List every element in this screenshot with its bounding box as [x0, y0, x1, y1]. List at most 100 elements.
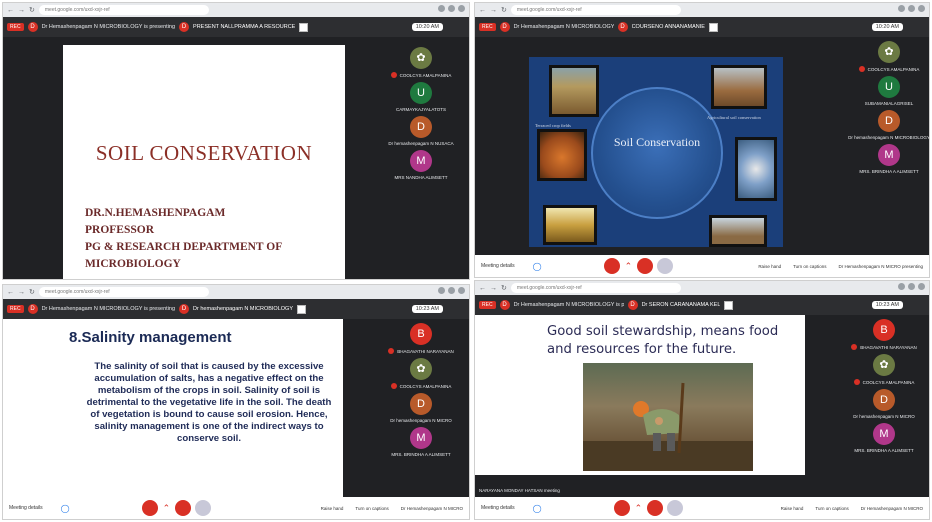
raise-hand-button[interactable]: Raise hand [758, 264, 781, 269]
presenting-button[interactable]: Dr Hemashenpagam N MICRO presenting [838, 264, 923, 269]
reload-icon[interactable]: ↻ [29, 6, 35, 14]
mic-button[interactable] [141, 500, 158, 516]
forward-icon[interactable]: → [18, 289, 25, 296]
mic-button[interactable] [603, 258, 620, 274]
presenting-button[interactable]: Dr Hemashenpagam N MICRO [401, 506, 463, 511]
captions-button[interactable]: Turn on captions [355, 506, 388, 511]
participant-avatar: D [873, 389, 895, 411]
camera-button[interactable] [647, 500, 664, 516]
participant-tile[interactable]: D Dr hemashenpagam N MICRO [839, 385, 929, 419]
shield-icon[interactable]: ◯ [533, 504, 542, 513]
meeting-details-button[interactable]: Meeting details [481, 505, 515, 511]
meeting-details-button[interactable]: Meeting details [481, 263, 515, 269]
forward-icon[interactable]: → [18, 7, 25, 14]
participant-tile[interactable]: M MRS. BRINDHA A ALIMSETT [849, 140, 929, 174]
participant-panel: ✿ COOLCYS AMALPANINA U CARMAYKAJYALATOTS… [373, 43, 469, 279]
participant-tile[interactable]: U CARMAYKAJYALATOTS [375, 78, 467, 112]
participant-tile[interactable]: D Dr hemashenpagam N NUSACA [375, 112, 467, 146]
slide-title: SOIL CONSERVATION [95, 141, 313, 165]
recording-badge: REC [479, 23, 496, 31]
shield-icon[interactable]: ◯ [533, 262, 542, 271]
browser-extension-icons [898, 5, 925, 12]
call-buttons: ⌃ [602, 258, 676, 274]
presenting-label: Dr Hemashenpagam N MICROBIOLOGY is prese… [41, 306, 176, 312]
presenting-button[interactable]: Dr Hemashenpagam N MICRO [861, 506, 923, 511]
presenting-label: Dr Hemashenpagam N MICROBIOLOGY is prese… [513, 302, 624, 308]
captions-button[interactable]: Turn on captions [815, 506, 848, 511]
meeting-details-button[interactable]: Meeting details [9, 505, 43, 511]
participant-name: MRS. BRINDHA A ALIMSETT [859, 169, 919, 174]
participant-name: MRS NANDHA ALIMSETT [394, 175, 448, 180]
participant-tile[interactable]: M MRS. BRINDHA A ALIMSETT [839, 419, 929, 453]
participant-avatar: B [873, 319, 895, 341]
presentation-slide: SOIL CONSERVATION DR.N.HEMASHENPAGAM PRO… [63, 45, 345, 279]
slide-center-label: Soil Conservation [613, 135, 701, 149]
url-field[interactable]: meet.google.com/uxd-xxjr-ref [510, 5, 681, 15]
participant-panel: B BHAGAVATHI NARAYANAN ✿ COOLCYS AMALPAN… [373, 319, 469, 497]
participant-tile[interactable]: ✿ COOLCYS AMALPANINA [839, 350, 929, 385]
alt-presenter-avatar: D [179, 22, 190, 32]
participant-name: MRS. BRINDHA A ALIMSETT [391, 452, 451, 457]
raise-hand-button[interactable]: Raise hand [781, 506, 804, 511]
alt-presenter-avatar: D [617, 22, 628, 32]
participant-tile[interactable]: U SUBAMANIALAGRISEL [849, 72, 929, 106]
hangup-icon[interactable]: ⌃ [635, 503, 643, 514]
participant-tile[interactable]: B BHAGAVATHI NARAYANAN [839, 315, 929, 350]
layout-icon[interactable] [297, 304, 306, 314]
participant-name: MRS. BRINDHA A ALIMSETT [854, 448, 914, 453]
raise-hand-button[interactable]: Raise hand [321, 506, 344, 511]
control-options: Raise hand Turn on captions Dr Hemashenp… [781, 506, 929, 511]
back-icon[interactable]: ← [7, 289, 14, 296]
reload-icon[interactable]: ↻ [501, 284, 507, 292]
alt-presenting-label[interactable]: PRESENT NALLPRAMMA A RESOURCE [193, 24, 295, 30]
back-icon[interactable]: ← [7, 7, 14, 14]
participant-tile[interactable]: B BHAGAVATHI NARAYANAN [375, 319, 467, 354]
screenshot-soil-stewardship: ← → ↻ meet.google.com/uxd-xxjr-ref REC D… [474, 280, 930, 520]
reload-icon[interactable]: ↻ [501, 6, 507, 14]
participant-tile[interactable]: M MRS NANDHA ALIMSETT [375, 146, 467, 180]
participant-tile[interactable]: ✿ COOLCYS AMALPANINA [849, 37, 929, 72]
layout-icon[interactable] [299, 22, 309, 32]
participant-panel: ✿ COOLCYS AMALPANINA U SUBAMANIALAGRISEL… [848, 37, 929, 255]
farmer-illustration [583, 382, 753, 471]
mic-button[interactable] [613, 500, 630, 516]
browser-address-bar: ← → ↻ meet.google.com/uxd-xxjr-ref [475, 281, 929, 295]
hangup-icon[interactable]: ⌃ [163, 503, 171, 514]
participant-tile[interactable]: D Dr hemashenpagam N MICRO [375, 389, 467, 423]
back-icon[interactable]: ← [479, 285, 486, 292]
camera-button[interactable] [637, 258, 654, 274]
slide-caption-left: Terraced crop fields [535, 123, 571, 128]
presenter-avatar: D [27, 22, 38, 32]
layout-icon[interactable] [708, 22, 718, 32]
forward-icon[interactable]: → [490, 285, 497, 292]
alt-presenting-label[interactable]: COURSENO ANNANAMANIE [632, 24, 705, 30]
participant-tile[interactable]: ✿ COOLCYS AMALPANINA [375, 43, 467, 78]
participant-tile[interactable]: ✿ COOLCYS AMALPANINA [375, 354, 467, 389]
forward-icon[interactable]: → [490, 7, 497, 14]
meeting-controls: Meeting details ◯ ⌃ Raise hand Turn on c… [475, 497, 929, 519]
browser-address-bar: ← → ↻ meet.google.com/uxd-xxjr-ref [475, 3, 929, 17]
present-button[interactable] [195, 500, 212, 516]
url-field[interactable]: meet.google.com/uxd-xxjr-ref [510, 283, 681, 293]
participant-tile[interactable]: D Dr hemashenpagam N MICROBIOLOGY [848, 106, 929, 140]
alt-presenter-avatar: D [179, 304, 190, 314]
reload-icon[interactable]: ↻ [29, 288, 35, 296]
call-buttons: ⌃ [612, 500, 686, 516]
captions-button[interactable]: Turn on captions [793, 264, 826, 269]
camera-button[interactable] [175, 500, 192, 516]
participant-avatar: M [410, 150, 432, 172]
participant-panel: B BHAGAVATHI NARAYANAN ✿ COOLCYS AMALPAN… [839, 315, 929, 497]
hangup-icon[interactable]: ⌃ [625, 261, 633, 272]
present-button[interactable] [657, 258, 674, 274]
url-field[interactable]: meet.google.com/uxd-xxjr-ref [38, 5, 209, 15]
participant-tile[interactable]: M MRS. BRINDHA A ALIMSETT [375, 423, 467, 457]
clock: 10:20 AM [871, 23, 903, 31]
url-field[interactable]: meet.google.com/uxd-xxjr-ref [38, 287, 209, 297]
back-icon[interactable]: ← [479, 7, 486, 14]
shield-icon[interactable]: ◯ [61, 504, 70, 513]
alt-presenting-label[interactable]: Dr SERON CARANANAMA KEL [642, 302, 721, 308]
present-button[interactable] [667, 500, 684, 516]
layout-icon[interactable] [724, 300, 734, 310]
alt-presenting-label[interactable]: Dr hemashenpagam N MICROBIOLOGY [193, 306, 293, 312]
author-line: MICROBIOLOGY [85, 258, 181, 270]
